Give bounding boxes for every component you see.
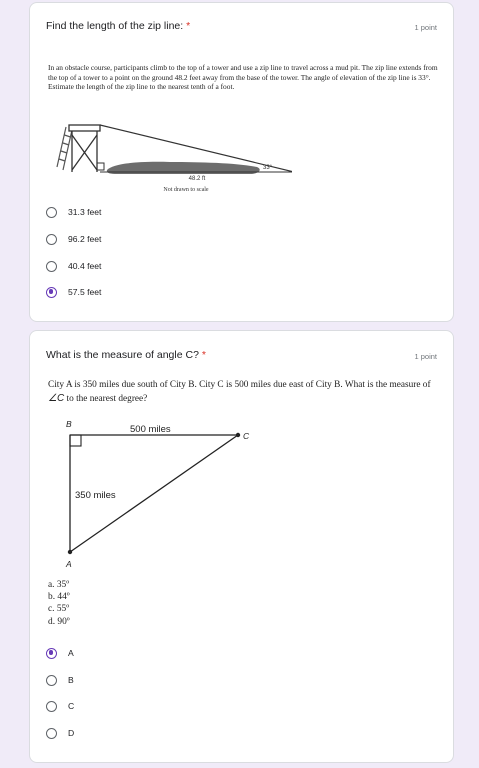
radio-button[interactable] [46, 260, 57, 272]
right-angle-mark [69, 434, 82, 447]
radio-button[interactable] [46, 700, 57, 712]
option-label: 40.4 feet [68, 261, 102, 271]
option-d[interactable]: D [46, 725, 74, 741]
question-prompt: City A is 350 miles due south of City B.… [48, 379, 443, 407]
option-label: C [68, 701, 75, 711]
question-prompt: In an obstacle course, participants clim… [48, 63, 438, 92]
points-label: 1 point [414, 352, 437, 361]
option-label: 96.2 feet [68, 234, 102, 244]
required-asterisk: * [186, 20, 191, 32]
side-500-label: 500 miles [130, 424, 171, 435]
question-title: What is the measure of angle C? * [46, 349, 206, 361]
zip-line-figure: 48.2 ft 33° Not drawn to scale [56, 124, 292, 193]
radio-button[interactable] [46, 727, 57, 739]
choice-c: c. 55º [48, 604, 70, 615]
angle-symbol: ∠C [48, 393, 65, 405]
question-card-1: Find the length of the zip line: * 1 poin… [29, 2, 454, 322]
option-96-2-feet[interactable]: 96.2 feet [46, 231, 101, 247]
option-40-4-feet[interactable]: 40.4 feet [46, 258, 101, 274]
vertex-b-label: B [66, 419, 72, 429]
option-label: D [68, 728, 75, 738]
not-to-scale-caption: Not drawn to scale [163, 187, 208, 193]
ladder [56, 126, 73, 171]
radio-button[interactable] [46, 674, 57, 686]
triangle-figure: B C A 500 miles 350 miles [65, 419, 250, 569]
radio-button[interactable] [46, 206, 57, 218]
radio-button-selected[interactable] [46, 286, 57, 298]
side-350-label: 350 miles [75, 490, 116, 501]
question-card-2: What is the measure of angle C? * 1 point… [29, 330, 454, 763]
angle-label: 33° [263, 165, 273, 171]
question-title: Find the length of the zip line: * [46, 20, 190, 32]
choice-b: b. 44º [48, 592, 70, 603]
points-label: 1 point [414, 23, 437, 32]
option-label: A [68, 648, 74, 658]
option-31-3-feet[interactable]: 31.3 feet [46, 204, 101, 220]
option-a[interactable]: A [46, 645, 74, 661]
choice-a: a. 35º [48, 580, 70, 590]
radio-button-selected[interactable] [46, 647, 57, 659]
option-57-5-feet[interactable]: 57.5 feet [46, 284, 101, 300]
option-b[interactable]: B [46, 672, 74, 688]
question-title-text: What is the measure of angle C? [46, 349, 199, 361]
option-label: 31.3 feet [68, 207, 102, 217]
required-asterisk: * [201, 349, 207, 361]
tower [68, 124, 105, 172]
vertex-c-label: C [243, 431, 250, 441]
prompt-text-end: to the nearest degree? [64, 394, 148, 405]
question-title-text: Find the length of the zip line: [46, 20, 184, 32]
option-label: 57.5 feet [68, 287, 102, 297]
vertex-a-label: A [65, 559, 72, 569]
prompt-text: City A is 350 miles due south of City B.… [48, 380, 431, 390]
radio-button[interactable] [46, 233, 57, 245]
distance-label: 48.2 ft [189, 176, 206, 182]
option-label: B [68, 675, 74, 685]
option-c[interactable]: C [46, 698, 74, 714]
answer-choices-list: a. 35º b. 44º c. 55º d. 90º [48, 579, 70, 628]
choice-d: d. 90º [48, 616, 70, 627]
